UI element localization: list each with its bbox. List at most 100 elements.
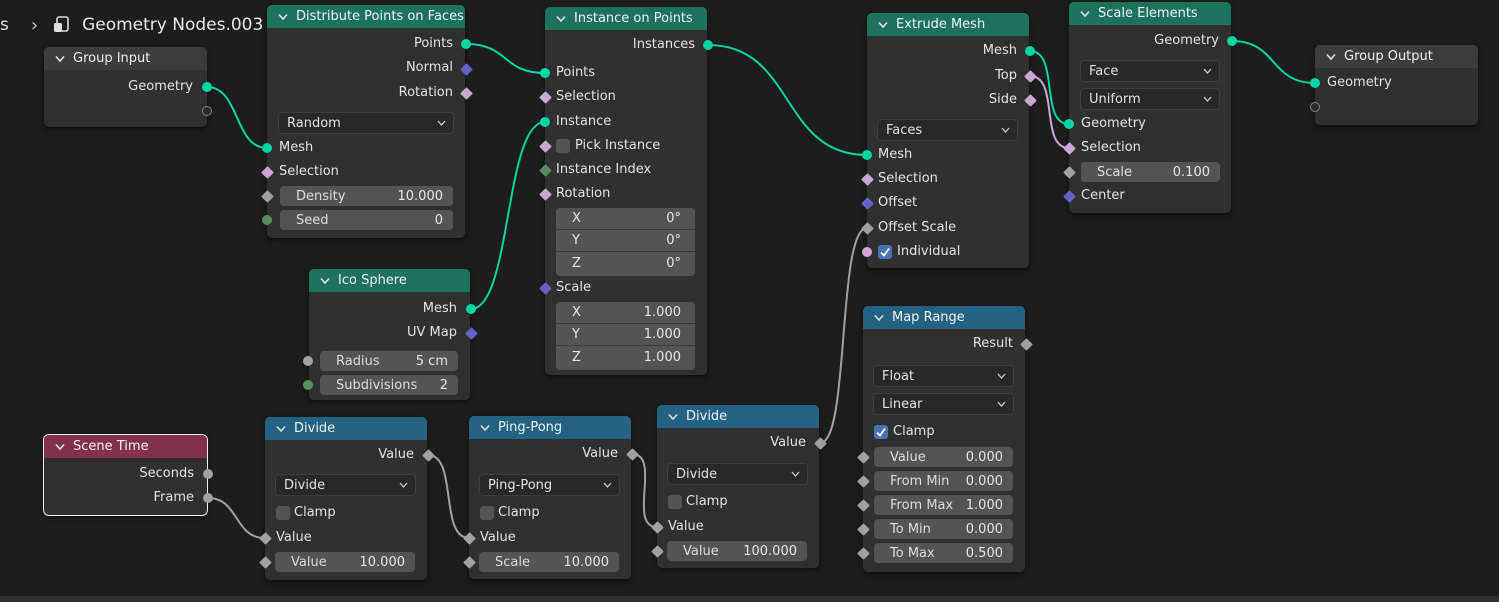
clamp-checkbox[interactable]: [276, 506, 290, 520]
collapse-chevron-icon[interactable]: [1326, 53, 1336, 61]
from-min-field[interactable]: From Min 0.000: [874, 471, 1013, 491]
rotation-x-field[interactable]: X 0°: [556, 208, 695, 230]
instance-points-in-socket[interactable]: [540, 68, 550, 78]
link-frame-to-divide[interactable]: [207, 497, 266, 539]
extrude-mesh-out-socket[interactable]: [1025, 46, 1035, 56]
collapse-chevron-icon[interactable]: [320, 277, 330, 285]
map-range-interpolation-dropdown[interactable]: Linear: [873, 393, 1014, 415]
distribute-method-dropdown[interactable]: Random: [278, 112, 454, 134]
scene-time-frame-socket[interactable]: [203, 493, 213, 503]
seed-field[interactable]: Seed 0: [280, 210, 453, 230]
math-operation-dropdown[interactable]: Ping-Pong: [479, 474, 620, 496]
scale-x-field[interactable]: X 1.000: [556, 302, 695, 324]
to-max-field[interactable]: To Max 0.500: [874, 543, 1013, 563]
scale-geometry-out-socket[interactable]: [1227, 36, 1237, 46]
instance-instance-in-socket[interactable]: [540, 117, 550, 127]
extrude-mode-dropdown[interactable]: Faces: [877, 119, 1018, 141]
collapse-chevron-icon[interactable]: [278, 13, 288, 21]
collapse-chevron-icon[interactable]: [480, 424, 490, 432]
rotation-vector-field[interactable]: X 0° Y 0° Z 0°: [556, 208, 695, 276]
link-ico-to-instance[interactable]: [470, 121, 546, 310]
scale-mode-dropdown[interactable]: Uniform: [1080, 88, 1220, 110]
collapse-chevron-icon[interactable]: [1080, 10, 1090, 18]
scale-vector-field[interactable]: X 1.000 Y 1.000 Z 1.000: [556, 302, 695, 370]
rotation-y-field[interactable]: Y 0°: [556, 230, 695, 252]
collapse-chevron-icon[interactable]: [874, 314, 884, 322]
extrude-individual-in-socket[interactable]: [862, 247, 872, 257]
group-input-extend-socket[interactable]: [202, 106, 212, 116]
individual-checkbox[interactable]: [878, 245, 892, 259]
to-min-field[interactable]: To Min 0.000: [874, 519, 1013, 539]
clamp-checkbox[interactable]: [668, 495, 682, 509]
node-header[interactable]: Group Output: [1315, 45, 1478, 68]
node-header[interactable]: Ico Sphere: [309, 269, 470, 292]
scale-domain-dropdown[interactable]: Face: [1080, 60, 1220, 82]
link-group-input-to-distribute[interactable]: [206, 86, 268, 149]
group-input-geometry-socket[interactable]: [202, 82, 212, 92]
distribute-mesh-in-socket[interactable]: [262, 143, 272, 153]
radius-field[interactable]: Radius 5 cm: [320, 351, 458, 371]
node-header[interactable]: Map Range: [863, 306, 1025, 329]
link-scale-to-group-output[interactable]: [1231, 40, 1316, 84]
node-header[interactable]: Scene Time: [44, 435, 207, 458]
collapse-chevron-icon[interactable]: [878, 21, 888, 29]
group-input-node[interactable]: Group Input Geometry: [44, 47, 207, 127]
link-extrude-top-to-scale[interactable]: [1029, 75, 1070, 149]
link-divide-to-pingpong[interactable]: [427, 454, 470, 539]
ico-radius-in-socket[interactable]: [303, 356, 313, 366]
collapse-chevron-icon[interactable]: [276, 425, 286, 433]
node-header[interactable]: Extrude Mesh: [867, 13, 1029, 36]
scale-field[interactable]: Scale 10.000: [479, 552, 619, 572]
clamp-checkbox[interactable]: [480, 506, 494, 520]
link-instance-to-extrude[interactable]: [707, 44, 868, 156]
node-header[interactable]: Divide: [657, 405, 819, 428]
from-max-field[interactable]: From Max 1.000: [874, 495, 1013, 515]
extrude-mesh-node[interactable]: Extrude Mesh Mesh Top Side Faces Mesh Se…: [867, 13, 1029, 268]
instance-instances-out-socket[interactable]: [703, 40, 713, 50]
collapse-chevron-icon[interactable]: [556, 15, 566, 23]
subdivisions-field[interactable]: Subdivisions 2: [320, 375, 458, 395]
ico-sphere-node[interactable]: Ico Sphere Mesh UV Map Radius 5 cm Subdi…: [309, 269, 470, 400]
node-header[interactable]: Ping-Pong: [469, 416, 631, 439]
distribute-points-node[interactable]: Distribute Points on Faces Points Normal…: [267, 5, 465, 238]
value-field[interactable]: Value 100.000: [667, 541, 807, 561]
divide-math-node-1[interactable]: Divide Value Divide Clamp Value Value 10.…: [265, 417, 427, 580]
distribute-seed-in-socket[interactable]: [262, 215, 272, 225]
group-output-node[interactable]: Group Output Geometry: [1315, 45, 1478, 125]
clamp-checkbox[interactable]: [874, 425, 888, 439]
scale-z-field[interactable]: Z 1.000: [556, 346, 695, 368]
collapse-chevron-icon[interactable]: [55, 55, 65, 63]
value-field[interactable]: Value 10.000: [275, 552, 415, 572]
extrude-mesh-in-socket[interactable]: [862, 150, 872, 160]
map-range-type-dropdown[interactable]: Float: [873, 365, 1014, 387]
collapse-chevron-icon[interactable]: [55, 443, 65, 451]
link-extrude-mesh-to-scale[interactable]: [1029, 50, 1070, 125]
scene-time-node[interactable]: Scene Time Seconds Frame: [43, 434, 208, 516]
instance-on-points-node[interactable]: Instance on Points Instances Points Sele…: [545, 7, 707, 375]
node-tree-name[interactable]: Geometry Nodes.003: [82, 15, 263, 35]
group-output-extend-socket[interactable]: [1310, 102, 1320, 112]
math-operation-dropdown[interactable]: Divide: [275, 474, 416, 496]
node-header[interactable]: Scale Elements: [1069, 2, 1231, 25]
ping-pong-math-node[interactable]: Ping-Pong Value Ping-Pong Clamp Value Sc…: [469, 416, 631, 579]
scene-time-seconds-socket[interactable]: [203, 469, 213, 479]
value-field[interactable]: Value 0.000: [874, 447, 1013, 467]
node-header[interactable]: Group Input: [44, 47, 207, 70]
link-distribute-to-instance[interactable]: [465, 43, 546, 74]
node-header[interactable]: Instance on Points: [545, 7, 707, 30]
map-range-node[interactable]: Map Range Result Float Linear Clamp Valu…: [863, 306, 1025, 572]
link-pingpong-to-divide[interactable]: [631, 453, 658, 528]
divide-math-node-2[interactable]: Divide Value Divide Clamp Value Value 100…: [657, 405, 819, 568]
scale-geometry-in-socket[interactable]: [1064, 119, 1074, 129]
pick-instance-checkbox[interactable]: [556, 139, 570, 153]
math-operation-dropdown[interactable]: Divide: [667, 463, 808, 485]
scale-elements-node[interactable]: Scale Elements Geometry Face Uniform Geo…: [1069, 2, 1231, 213]
link-divide-to-offset-scale[interactable]: [819, 227, 868, 444]
density-field[interactable]: Density 10.000: [280, 186, 453, 206]
distribute-points-out-socket[interactable]: [461, 39, 471, 49]
collapse-chevron-icon[interactable]: [668, 413, 678, 421]
node-header[interactable]: Divide: [265, 417, 427, 440]
scale-y-field[interactable]: Y 1.000: [556, 324, 695, 346]
ico-mesh-out-socket[interactable]: [466, 304, 476, 314]
group-output-geometry-socket[interactable]: [1310, 78, 1320, 88]
